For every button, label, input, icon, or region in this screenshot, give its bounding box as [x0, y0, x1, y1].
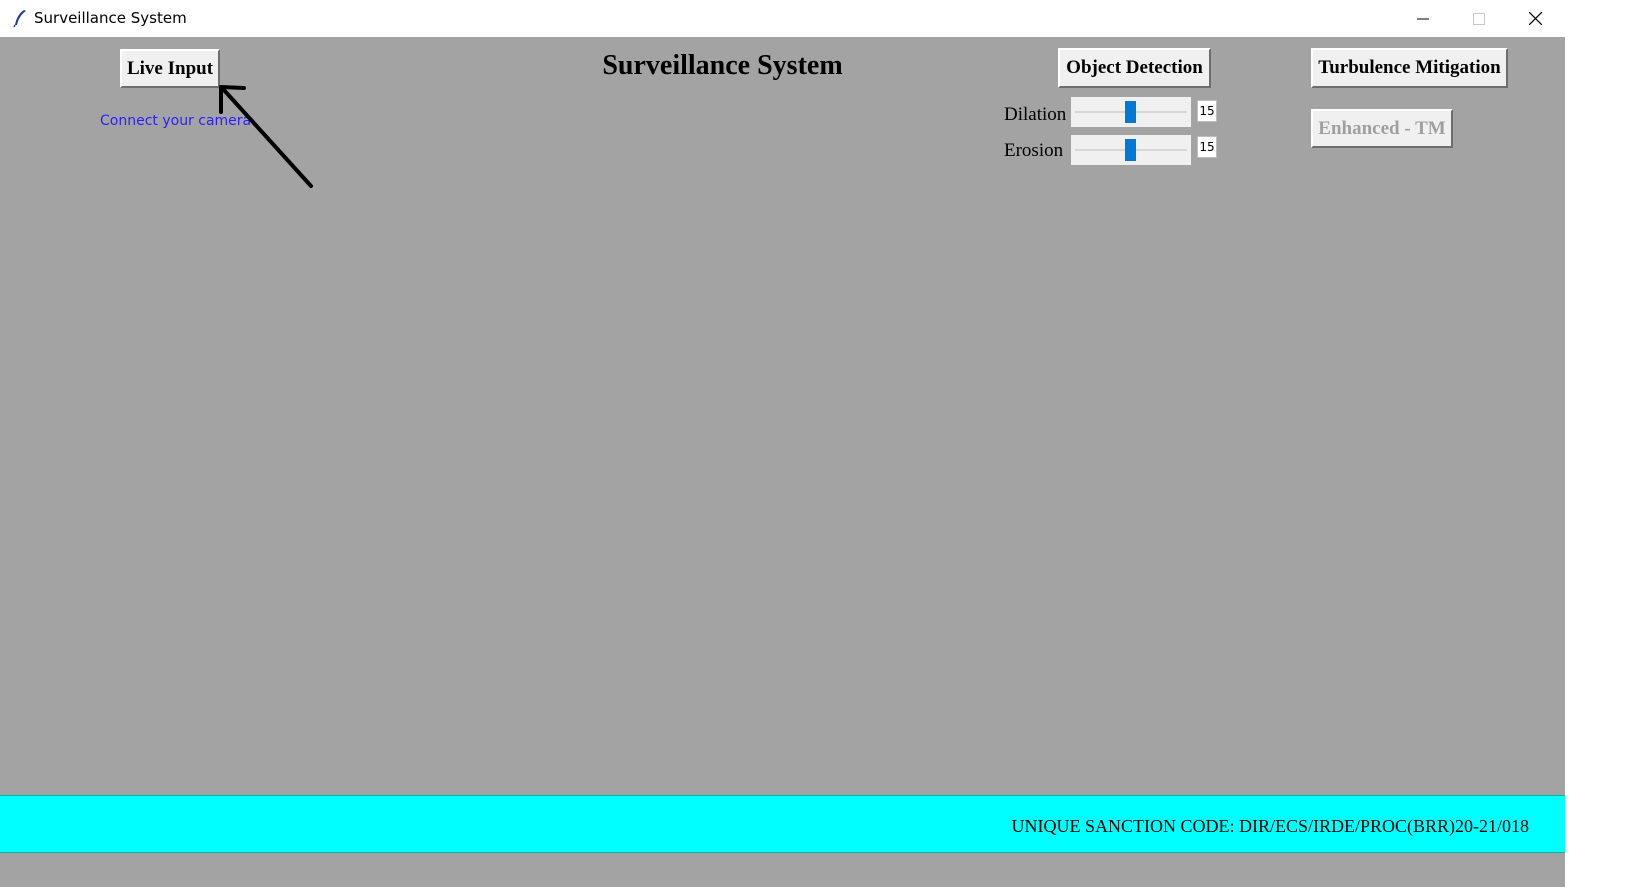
maximize-button[interactable] — [1451, 0, 1507, 37]
minimize-icon — [1417, 18, 1429, 19]
dilation-label: Dilation — [1004, 104, 1067, 125]
page-title: Surveillance System — [602, 50, 843, 81]
slider-thumb[interactable] — [1125, 139, 1136, 161]
close-icon — [1528, 12, 1542, 25]
dilation-slider[interactable] — [1071, 97, 1191, 127]
close-button[interactable] — [1507, 0, 1563, 37]
erosion-label: Erosion — [1004, 140, 1064, 161]
erosion-value: 15 — [1197, 136, 1217, 158]
maximize-icon — [1473, 12, 1485, 25]
slider-thumb[interactable] — [1125, 101, 1136, 123]
arrow-annotation-icon — [219, 85, 313, 188]
object-detection-button[interactable]: Object Detection — [1058, 48, 1211, 88]
erosion-slider[interactable] — [1071, 135, 1191, 165]
minimize-button[interactable] — [1395, 0, 1451, 37]
footer-bar: UNIQUE SANCTION CODE: DIR/ECS/IRDE/PROC(… — [0, 795, 1565, 853]
window-edge — [1565, 37, 1629, 887]
turbulence-mitigation-button[interactable]: Turbulence Mitigation — [1311, 48, 1508, 88]
sanction-code: UNIQUE SANCTION CODE: DIR/ECS/IRDE/PROC(… — [1011, 816, 1529, 836]
dilation-value: 15 — [1197, 100, 1217, 122]
enhanced-tm-button[interactable]: Enhanced - TM — [1311, 109, 1453, 148]
